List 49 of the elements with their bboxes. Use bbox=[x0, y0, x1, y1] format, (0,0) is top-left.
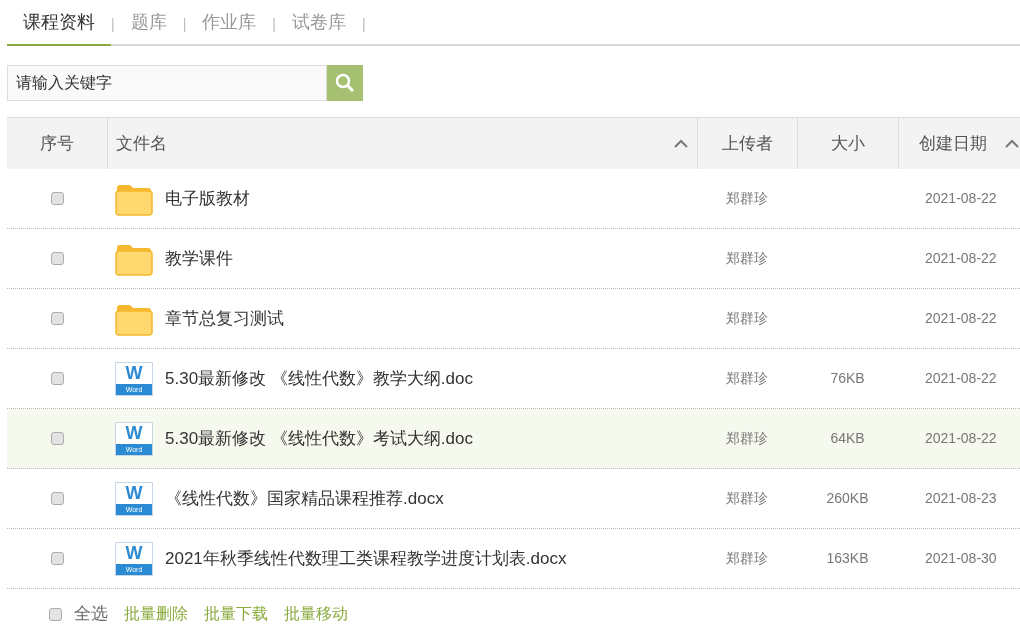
uploader-cell-text: 郑群珍 bbox=[726, 489, 768, 508]
select-all-label[interactable]: 全选 bbox=[74, 601, 108, 625]
checkbox[interactable] bbox=[49, 607, 62, 621]
file-name[interactable]: 《线性代数》国家精品课程推荐.docx bbox=[165, 485, 444, 512]
checkbox[interactable] bbox=[50, 432, 64, 445]
uploader-cell-text: 郑群珍 bbox=[726, 429, 768, 448]
column-header[interactable]: 大小 bbox=[831, 130, 865, 157]
tab-separator: | bbox=[361, 14, 366, 34]
size-cell-text: 64KB bbox=[830, 429, 865, 448]
search-icon bbox=[335, 73, 355, 93]
file-name[interactable]: 2021年秋季线性代数理工类课程教学进度计划表.docx bbox=[165, 545, 567, 572]
tab[interactable]: 课程资料 bbox=[7, 0, 111, 46]
search-field[interactable]: 请输入关键字 bbox=[7, 65, 327, 101]
checkbox[interactable] bbox=[50, 492, 64, 505]
file-name[interactable]: 章节总复习测试 bbox=[165, 305, 284, 332]
file-name[interactable]: 电子版教材 bbox=[165, 185, 250, 212]
file-name[interactable]: 5.30最新修改 《线性代数》考试大纲.doc bbox=[165, 425, 473, 452]
size-cell-text: 163KB bbox=[826, 549, 869, 568]
tab-separator: | bbox=[182, 14, 187, 34]
checkbox[interactable] bbox=[50, 252, 64, 265]
file-name[interactable]: 5.30最新修改 《线性代数》教学大纲.doc bbox=[165, 365, 473, 392]
uploader-cell-text: 郑群珍 bbox=[726, 549, 768, 568]
uploader-cell-text: 郑群珍 bbox=[726, 189, 768, 208]
column-header[interactable]: 创建日期 bbox=[919, 130, 987, 157]
size-cell-text: 260KB bbox=[826, 489, 869, 508]
column-header[interactable]: 序号 bbox=[40, 130, 74, 157]
tab-separator: | bbox=[111, 14, 115, 34]
sort-caret-icon[interactable] bbox=[673, 138, 689, 149]
checkbox[interactable] bbox=[50, 312, 64, 325]
search-button[interactable] bbox=[327, 65, 363, 101]
date-cell-text: 2021-08-22 bbox=[925, 309, 997, 328]
date-cell-text: 2021-08-22 bbox=[925, 369, 997, 388]
column-header[interactable]: 文件名 bbox=[116, 130, 167, 157]
date-cell-text: 2021-08-22 bbox=[925, 429, 997, 448]
date-cell-text: 2021-08-30 bbox=[925, 549, 997, 568]
size-cell-text: 76KB bbox=[830, 369, 865, 388]
uploader-cell-text: 郑群珍 bbox=[726, 249, 768, 268]
column-header[interactable]: 上传者 bbox=[722, 130, 773, 157]
date-cell-text: 2021-08-22 bbox=[925, 249, 997, 268]
file-name[interactable]: 教学课件 bbox=[165, 245, 233, 272]
uploader-cell-text: 郑群珍 bbox=[726, 309, 768, 328]
checkbox[interactable] bbox=[50, 552, 64, 565]
checkbox[interactable] bbox=[50, 192, 64, 205]
date-cell-text: 2021-08-22 bbox=[925, 189, 997, 208]
date-cell-text: 2021-08-23 bbox=[925, 489, 997, 508]
checkbox[interactable] bbox=[50, 372, 64, 385]
uploader-cell-text: 郑群珍 bbox=[726, 369, 768, 388]
sort-caret-icon[interactable] bbox=[1004, 138, 1020, 149]
tab-separator: | bbox=[272, 14, 276, 34]
